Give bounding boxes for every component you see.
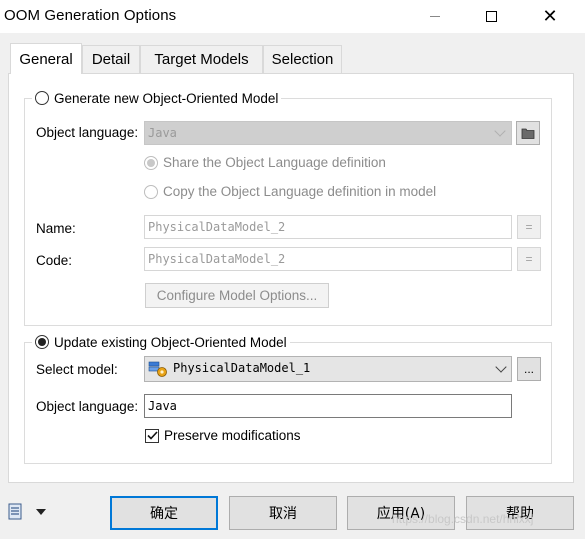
minimize-icon [430,16,440,17]
update-existing-option[interactable]: Update existing Object-Oriented Model [32,333,290,351]
equals-icon: = [525,220,533,234]
options-list-icon [8,503,22,520]
code-equals-button[interactable]: = [517,247,541,271]
code-label: Code: [36,253,73,268]
equals-icon: = [525,252,533,266]
maximize-button[interactable] [468,0,514,33]
preserve-modifications-option[interactable]: Preserve modifications [145,428,301,443]
select-model-dropdown[interactable]: PhysicalDataModel_1 [144,356,512,382]
share-definition-label: Share the Object Language definition [163,155,386,170]
cancel-button[interactable]: 取消 [229,496,337,530]
tab-general[interactable]: General [10,43,82,74]
object-language-value: Java [148,126,177,140]
generate-new-radio[interactable] [35,91,49,105]
watermark-text: https://blog.csdn.net/hnlxxj [392,512,534,526]
tab-target-models-label: Target Models [154,51,249,68]
model-icon [148,360,168,381]
minimize-button[interactable] [412,0,458,33]
tab-target-models[interactable]: Target Models [140,45,263,73]
object-language-select-disabled[interactable]: Java [144,121,512,145]
preserve-modifications-label: Preserve modifications [164,428,301,443]
chevron-down-icon [495,361,507,373]
options-menu-button[interactable] [8,503,46,521]
generate-new-label: Generate new Object-Oriented Model [54,90,279,106]
browse-model-button[interactable]: ... [517,357,541,381]
ok-button[interactable]: 确定 [110,496,218,530]
object-language-label: Object language: [36,125,139,140]
tab-general-label: General [19,50,73,68]
tab-detail-label: Detail [91,51,131,68]
share-definition-option[interactable]: Share the Object Language definition [144,155,386,170]
close-button[interactable]: ✕ [527,0,573,33]
share-definition-radio[interactable] [144,155,158,170]
copy-definition-option[interactable]: Copy the Object Language definition in m… [144,184,436,199]
browse-folder-button[interactable] [516,121,540,145]
name-equals-button[interactable]: = [517,215,541,239]
checkmark-icon [146,431,158,440]
chevron-down-icon [494,125,506,137]
folder-icon [521,128,535,139]
tab-selection-label: Selection [271,51,334,68]
update-object-language-label: Object language: [36,399,139,414]
select-model-value: PhysicalDataModel_1 [173,361,311,375]
name-input[interactable]: PhysicalDataModel_2 [144,215,512,239]
close-icon: ✕ [542,5,558,27]
dropdown-arrow-icon [36,509,46,515]
tab-selection[interactable]: Selection [263,45,342,73]
window-title: OOM Generation Options [4,7,177,24]
generate-new-option[interactable]: Generate new Object-Oriented Model [32,89,282,107]
update-object-language-input[interactable]: Java [144,394,512,418]
maximize-icon [485,11,497,22]
preserve-modifications-checkbox[interactable] [145,428,159,443]
name-label: Name: [36,221,76,236]
copy-definition-radio[interactable] [144,184,158,199]
tab-detail[interactable]: Detail [82,45,140,73]
code-input[interactable]: PhysicalDataModel_2 [144,247,512,271]
update-existing-radio[interactable] [35,335,49,349]
update-existing-label: Update existing Object-Oriented Model [54,334,287,350]
configure-model-options-button[interactable]: Configure Model Options... [145,283,329,308]
select-model-label: Select model: [36,362,118,377]
copy-definition-label: Copy the Object Language definition in m… [163,184,437,199]
